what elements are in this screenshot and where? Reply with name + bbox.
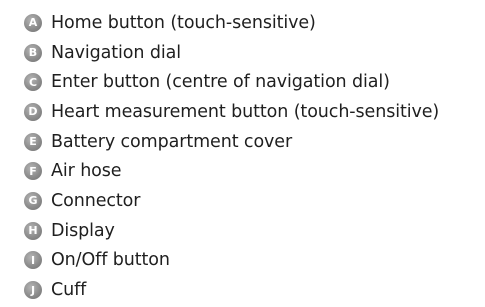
letter-badge-i-icon: I [24,251,42,270]
legend-label-home-button: Home button (touch-sensitive) [51,12,316,33]
legend-label-battery-cover: Battery compartment cover [51,131,293,152]
legend-item-b: B Navigation dial [24,38,439,68]
legend-label-enter-button: Enter button (centre of navigation dial) [51,72,390,93]
parts-legend-list: A Home button (touch-sensitive) B Naviga… [24,8,439,305]
legend-item-d: D Heart measurement button (touch-sensit… [24,97,439,127]
letter-badge-a-icon: A [24,13,42,32]
letter-badge-e-icon: E [24,132,42,151]
legend-label-navigation-dial: Navigation dial [51,42,182,63]
legend-item-f: F Air hose [24,156,439,186]
letter-badge-b-icon: B [24,43,42,62]
legend-item-a: A Home button (touch-sensitive) [24,8,439,38]
legend-item-j: J Cuff [24,275,439,305]
legend-item-c: C Enter button (centre of navigation dia… [24,67,439,97]
legend-label-air-hose: Air hose [51,161,122,182]
legend-label-connector: Connector [51,190,141,211]
legend-label-heart-measurement-button: Heart measurement button (touch-sensitiv… [51,101,440,122]
letter-badge-d-icon: D [24,102,42,121]
letter-badge-c-icon: C [24,73,42,92]
letter-badge-f-icon: F [24,162,42,181]
legend-item-i: I On/Off button [24,246,439,276]
letter-badge-g-icon: G [24,191,42,210]
legend-item-g: G Connector [24,186,439,216]
letter-badge-h-icon: H [24,221,42,240]
legend-item-h: H Display [24,216,439,246]
legend-label-on-off-button: On/Off button [51,250,170,271]
legend-item-e: E Battery compartment cover [24,127,439,157]
legend-label-display: Display [51,220,115,241]
legend-label-cuff: Cuff [51,280,87,301]
letter-badge-j-icon: J [24,281,42,300]
